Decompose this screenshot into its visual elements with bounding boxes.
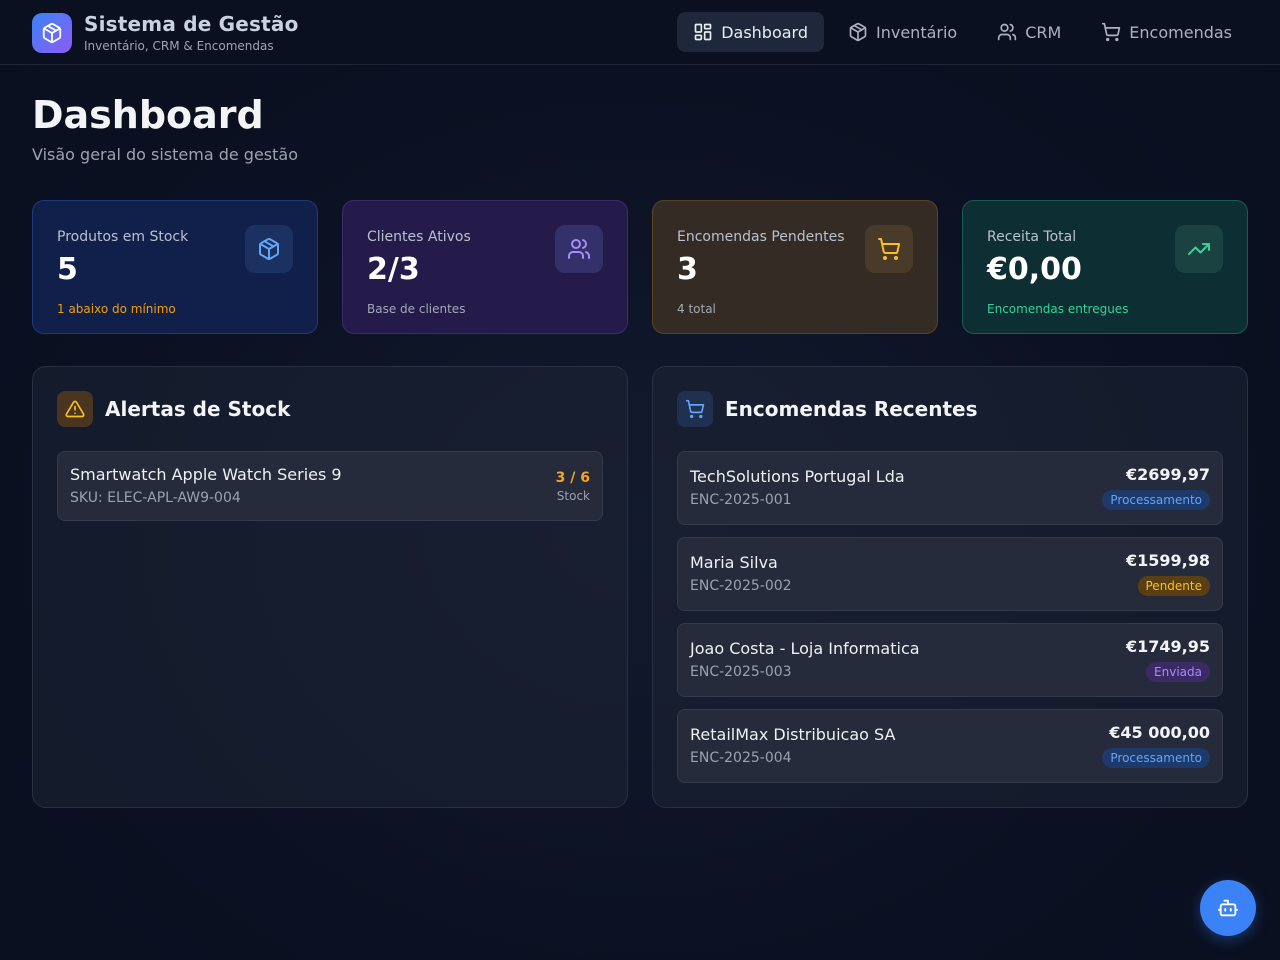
- stock-alert-item[interactable]: Smartwatch Apple Watch Series 9 SKU: ELE…: [57, 451, 603, 521]
- trending-up-icon: [1175, 225, 1223, 273]
- panel-title: Encomendas Recentes: [725, 397, 978, 421]
- page-subtitle: Visão geral do sistema de gestão: [32, 145, 298, 164]
- recent-orders-panel: Encomendas Recentes TechSolutions Portug…: [652, 366, 1248, 808]
- panel-title: Alertas de Stock: [105, 397, 291, 421]
- nav-crm-label: CRM: [1025, 22, 1062, 42]
- stat-card-encomendas[interactable]: Encomendas Pendentes 3 4 total: [652, 200, 938, 334]
- status-badge: Pendente: [1137, 576, 1210, 596]
- stock-unit-label: Stock: [556, 489, 590, 503]
- cart-icon: [1101, 22, 1121, 42]
- stat-note: Base de clientes: [367, 302, 466, 316]
- order-item[interactable]: TechSolutions Portugal Lda ENC-2025-001 …: [677, 451, 1223, 525]
- app-title: Sistema de Gestão: [84, 12, 299, 36]
- app-subtitle: Inventário, CRM & Encomendas: [84, 39, 274, 53]
- order-item[interactable]: RetailMax Distribuicao SA ENC-2025-004 €…: [677, 709, 1223, 783]
- users-icon: [997, 22, 1017, 42]
- brand[interactable]: Sistema de Gestão Inventário, CRM & Enco…: [32, 12, 299, 54]
- stat-note: 4 total: [677, 302, 716, 316]
- stock-alerts-panel: Alertas de Stock Smartwatch Apple Watch …: [32, 366, 628, 808]
- stock-quantity: 3 / 6: [555, 470, 590, 486]
- nav-dashboard[interactable]: Dashboard: [677, 12, 824, 52]
- status-badge: Enviada: [1146, 662, 1210, 682]
- cart-icon: [865, 225, 913, 273]
- stat-note: 1 abaixo do mínimo: [57, 302, 176, 316]
- cart-icon: [677, 391, 713, 427]
- stat-card-receita[interactable]: Receita Total €0,00 Encomendas entregues: [962, 200, 1248, 334]
- top-bar: Sistema de Gestão Inventário, CRM & Enco…: [0, 0, 1280, 65]
- stat-card-clientes[interactable]: Clientes Ativos 2/3 Base de clientes: [342, 200, 628, 334]
- main-nav: Dashboard Inventário CRM Encomendas: [677, 12, 1248, 52]
- users-icon: [555, 225, 603, 273]
- grid-icon: [693, 22, 713, 42]
- order-amount: €1599,98: [1125, 551, 1210, 570]
- nav-encomendas[interactable]: Encomendas: [1085, 12, 1248, 52]
- nav-dashboard-label: Dashboard: [721, 22, 808, 42]
- package-icon: [848, 22, 868, 42]
- order-amount: €45 000,00: [1109, 723, 1210, 742]
- stat-card-produtos[interactable]: Produtos em Stock 5 1 abaixo do mínimo: [32, 200, 318, 334]
- order-item[interactable]: Joao Costa - Loja Informatica ENC-2025-0…: [677, 623, 1223, 697]
- product-name: Smartwatch Apple Watch Series 9: [70, 465, 342, 484]
- assistant-button[interactable]: [1200, 880, 1256, 936]
- nav-inventario-label: Inventário: [876, 22, 958, 42]
- warning-icon: [57, 391, 93, 427]
- package-icon: [245, 225, 293, 273]
- package-icon: [32, 13, 72, 53]
- bot-icon: [1217, 897, 1239, 919]
- nav-inventario[interactable]: Inventário: [832, 12, 973, 52]
- order-amount: €2699,97: [1125, 465, 1210, 484]
- order-item[interactable]: Maria Silva ENC-2025-002 €1599,98 Penden…: [677, 537, 1223, 611]
- stat-note: Encomendas entregues: [987, 302, 1129, 316]
- page-title: Dashboard: [32, 93, 264, 137]
- status-badge: Processamento: [1102, 490, 1210, 510]
- nav-crm[interactable]: CRM: [981, 12, 1077, 52]
- nav-encomendas-label: Encomendas: [1129, 22, 1232, 42]
- status-badge: Processamento: [1102, 748, 1210, 768]
- order-amount: €1749,95: [1125, 637, 1210, 656]
- product-sku: SKU: ELEC-APL-AW9-004: [70, 490, 241, 506]
